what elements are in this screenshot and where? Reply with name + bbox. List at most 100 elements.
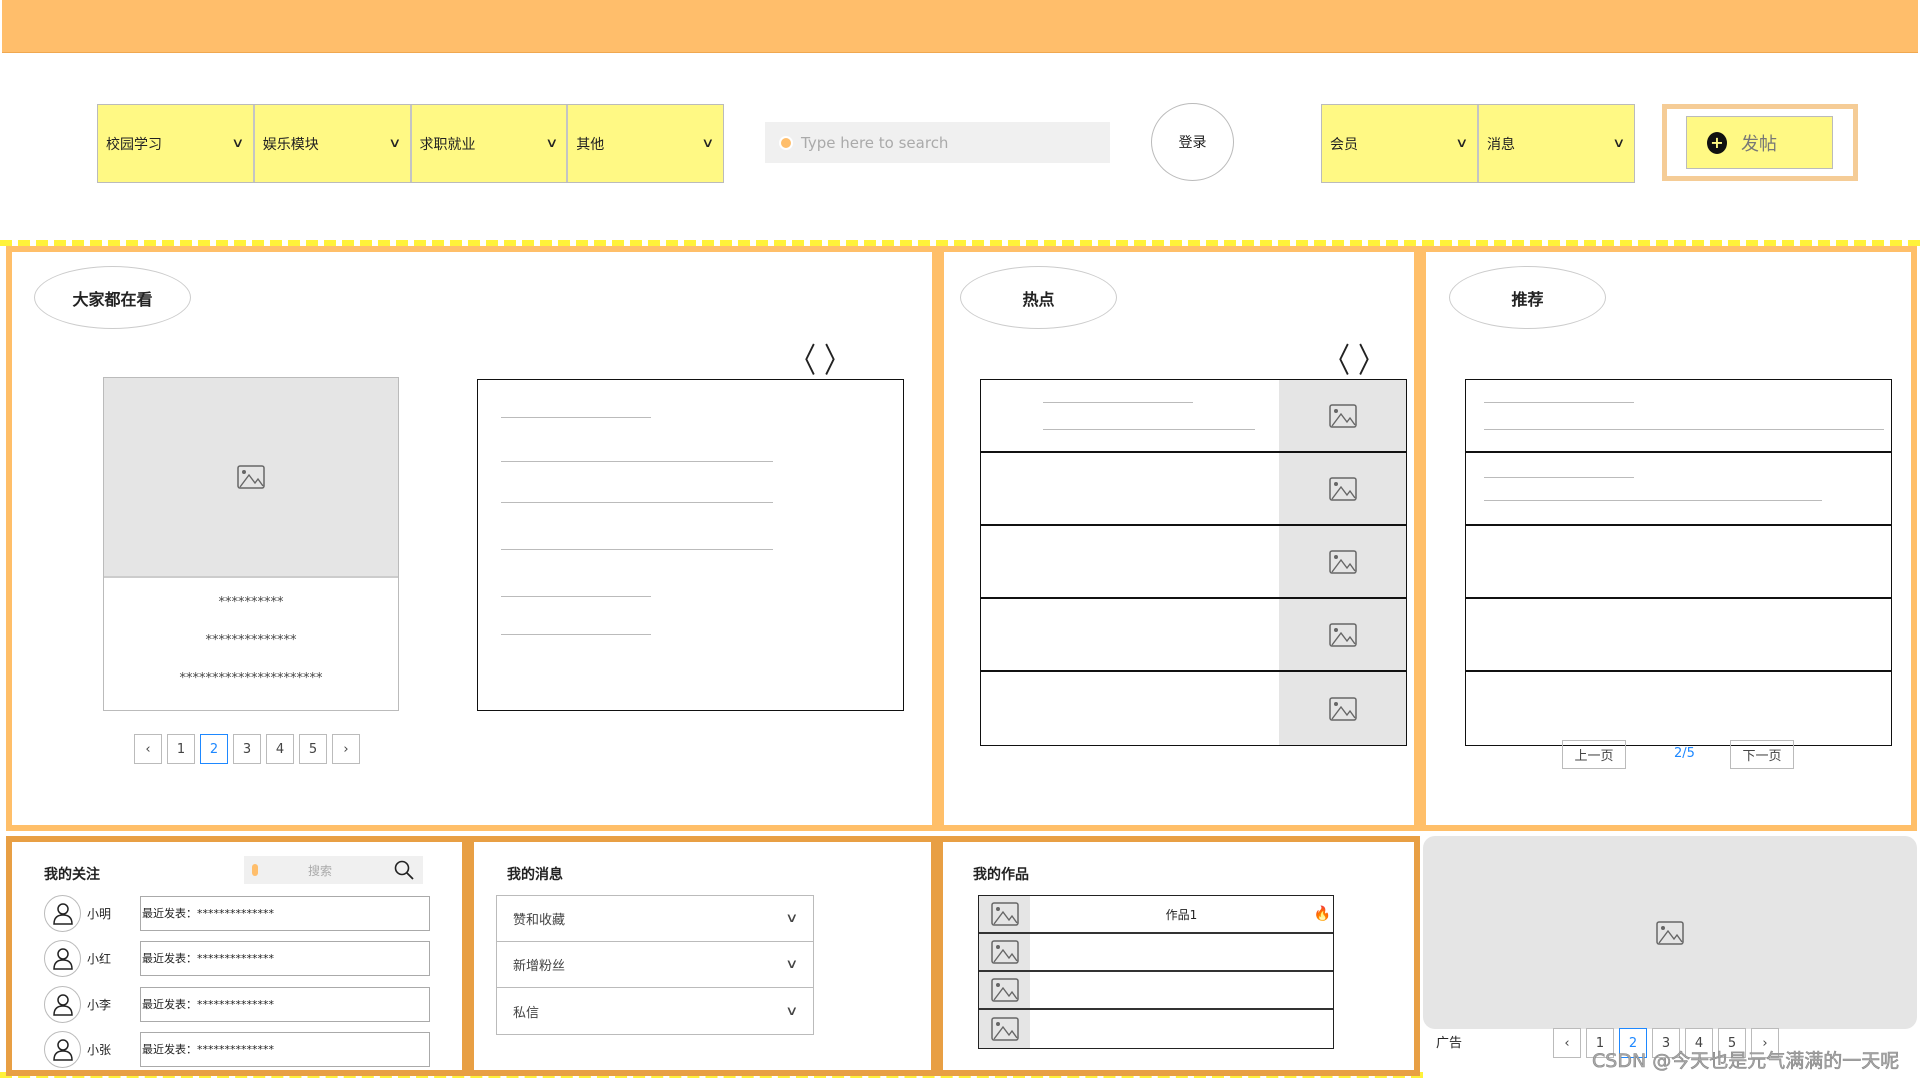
post-button[interactable]: + 发帖 <box>1686 116 1833 169</box>
hot-item[interactable] <box>981 599 1406 672</box>
page-button[interactable]: 3 <box>233 734 261 764</box>
recommend-item[interactable] <box>1466 526 1891 599</box>
title-text: 大家都在看 <box>72 289 153 309</box>
recommend-title: 推荐 <box>1449 266 1606 329</box>
chevron-down-icon: ∨ <box>1612 136 1626 151</box>
text-placeholder-line <box>501 549 773 550</box>
hot-item[interactable] <box>981 453 1406 526</box>
hot-panel: 热点 〈 〉 <box>938 246 1420 831</box>
works-title: 我的作品 <box>973 867 1029 883</box>
next-page-button[interactable]: 下一页 <box>1730 740 1794 769</box>
ad-banner[interactable] <box>1423 836 1917 1029</box>
thumbnail <box>979 934 1030 970</box>
follow-item[interactable]: 小红 最近发表：************** <box>44 940 430 977</box>
chevron-right-icon[interactable]: 〉 <box>824 334 850 382</box>
main-nav: 校园学习 ∨ 娱乐模块 ∨ 求职就业 ∨ 其他 ∨ <box>97 104 724 183</box>
search-icon[interactable] <box>393 859 415 881</box>
thumbnail <box>1279 526 1406 597</box>
text-placeholder-line <box>1484 500 1822 501</box>
hot-item[interactable] <box>981 526 1406 599</box>
chevron-left-icon[interactable]: 〈 <box>790 334 816 382</box>
prev-page-button[interactable]: 上一页 <box>1562 740 1626 769</box>
hot-item[interactable] <box>981 672 1406 745</box>
nav-label: 校园学习 <box>106 136 162 153</box>
recommend-item[interactable] <box>1466 672 1891 745</box>
accordion-label: 新增粉丝 <box>513 959 566 974</box>
work-title: 作品1 <box>1165 907 1198 922</box>
nav-messages[interactable]: 消息 ∨ <box>1479 105 1634 182</box>
chevron-left-icon[interactable]: 〈 <box>1324 334 1350 382</box>
hot-item[interactable] <box>981 380 1406 453</box>
card-line: ********** <box>218 595 284 610</box>
nav-other[interactable]: 其他 ∨ <box>568 105 723 182</box>
post-button-frame: + 发帖 <box>1662 104 1858 181</box>
recommend-item[interactable] <box>1466 599 1891 672</box>
recommend-list <box>1465 379 1892 746</box>
card-line: ********************** <box>179 671 323 686</box>
page-button-active[interactable]: 2 <box>200 734 228 764</box>
image-icon <box>990 1017 1019 1041</box>
hot-title: 热点 <box>960 266 1117 329</box>
avatar[interactable] <box>44 1031 81 1068</box>
follow-item[interactable]: 小明 最近发表：************** <box>44 895 430 932</box>
recent-post: 最近发表：************** <box>140 1032 430 1067</box>
chevron-right-icon[interactable]: 〉 <box>1358 334 1384 382</box>
chevron-down-icon: ∨ <box>785 911 799 926</box>
accordion-label: 赞和收藏 <box>513 913 566 928</box>
work-item[interactable]: 作品1 🔥 <box>979 896 1333 934</box>
accordion-likes[interactable]: 赞和收藏 ∨ <box>497 896 813 942</box>
page-button[interactable]: 1 <box>167 734 195 764</box>
page-indicator: 2/5 <box>1674 746 1695 761</box>
text-card[interactable] <box>477 379 904 711</box>
recommend-item[interactable] <box>1466 453 1891 526</box>
user-icon <box>52 902 73 925</box>
follow-item[interactable]: 小李 最近发表：************** <box>44 986 430 1023</box>
page-button[interactable]: 5 <box>299 734 327 764</box>
nav-label: 求职就业 <box>419 136 476 153</box>
login-label: 登录 <box>1178 135 1207 151</box>
follow-search-input[interactable]: 搜索 <box>244 856 423 884</box>
login-button[interactable]: 登录 <box>1151 103 1234 181</box>
avatar[interactable] <box>44 986 81 1023</box>
text-placeholder-line <box>1043 429 1255 430</box>
text-placeholder-line <box>501 417 651 418</box>
avatar[interactable] <box>44 895 81 932</box>
text-placeholder-line <box>1043 402 1193 403</box>
prev-page-button[interactable]: ‹ <box>134 734 162 764</box>
nav-member[interactable]: 会员 ∨ <box>1322 105 1479 182</box>
avatar[interactable] <box>44 940 81 977</box>
page-button[interactable]: 4 <box>266 734 294 764</box>
csdn-watermark: CSDN @今天也是元气满满的一天呢 <box>1592 1050 1900 1073</box>
text-placeholder-line <box>501 502 773 503</box>
nav-jobs[interactable]: 求职就业 ∨ <box>412 105 569 182</box>
works-list: 作品1 🔥 <box>978 895 1334 1049</box>
nav-entertainment[interactable]: 娱乐模块 ∨ <box>255 105 412 182</box>
image-icon <box>990 978 1019 1002</box>
featured-card[interactable]: ********** ************** **************… <box>103 377 399 711</box>
chevron-down-icon: ∨ <box>701 136 715 151</box>
chevron-down-icon: ∨ <box>544 136 559 151</box>
thumbnail <box>1279 453 1406 524</box>
text-placeholder-line <box>501 634 651 635</box>
accordion-direct-messages[interactable]: 私信 ∨ <box>497 988 813 1034</box>
chevron-down-icon: ∨ <box>785 1003 799 1019</box>
nav-campus[interactable]: 校园学习 ∨ <box>98 105 255 182</box>
follow-item[interactable]: 小张 最近发表：************** <box>44 1031 430 1068</box>
work-item[interactable] <box>979 972 1333 1010</box>
card-image <box>104 378 398 578</box>
image-icon <box>1328 403 1357 428</box>
chevron-down-icon: ∨ <box>388 136 402 151</box>
image-icon <box>1328 476 1357 501</box>
title-text: 推荐 <box>1511 289 1544 309</box>
accordion-followers[interactable]: 新增粉丝 ∨ <box>497 942 813 988</box>
recommend-item[interactable] <box>1466 380 1891 453</box>
work-item[interactable] <box>979 934 1333 972</box>
nav-label: 娱乐模块 <box>262 136 319 153</box>
work-item[interactable] <box>979 1010 1333 1048</box>
follow-title: 我的关注 <box>44 867 100 883</box>
prev-page-button[interactable]: ‹ <box>1553 1028 1581 1058</box>
nav-label: 消息 <box>1487 136 1515 153</box>
next-page-button[interactable]: › <box>332 734 360 764</box>
search-input[interactable]: Type here to search <box>765 122 1110 163</box>
user-icon <box>52 947 73 970</box>
